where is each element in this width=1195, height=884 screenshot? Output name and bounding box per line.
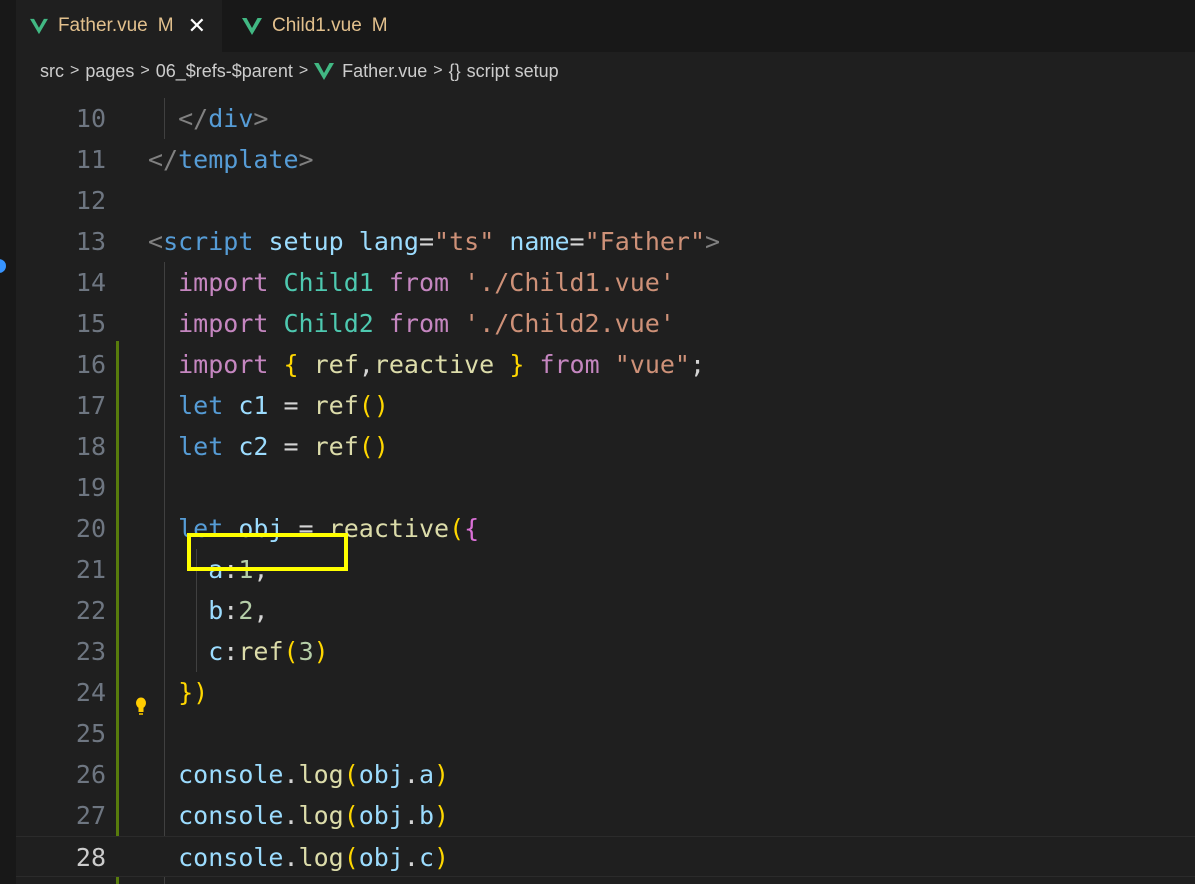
code-line[interactable]: 13 <script setup lang="ts" name="Father"> — [16, 221, 1195, 262]
chevron-right-icon: > — [70, 62, 80, 79]
line-number: 20 — [75, 514, 106, 543]
code-line[interactable]: 22 b:2, — [16, 590, 1195, 631]
code-line[interactable]: 14 import Child1 from './Child1.vue' — [16, 262, 1195, 303]
code-line[interactable]: 16 import { ref,reactive } from "vue"; — [16, 344, 1195, 385]
code-text: <script setup lang="ts" name="Father"> — [148, 227, 721, 256]
line-number: 14 — [75, 268, 106, 297]
line-number: 24 — [75, 678, 106, 707]
code-text: console.log(obj.a) — [178, 760, 450, 789]
line-number: 10 — [75, 104, 106, 133]
line-number: 28 — [75, 843, 106, 872]
code-text: }) — [178, 678, 209, 707]
code-line[interactable]: 10 </div> — [16, 98, 1195, 139]
line-number: 15 — [75, 309, 106, 338]
chevron-right-icon: > — [298, 62, 309, 79]
line-number: 22 — [75, 596, 106, 625]
line-number: 23 — [75, 637, 106, 666]
tab-bar: Father.vue M ✕ Child1.vue M — [16, 0, 1195, 52]
tab-label: Father.vue — [57, 15, 148, 36]
code-line[interactable]: 18 let c2 = ref() — [16, 426, 1195, 467]
breadcrumb-pages[interactable]: pages — [85, 61, 134, 82]
code-line[interactable]: 26 console.log(obj.a) — [16, 754, 1195, 795]
highlight-annotation — [187, 533, 348, 571]
code-editor[interactable]: 10 </div> 11 </template> 12 13 <script setup … — [16, 98, 1195, 884]
code-line[interactable]: 11 </template> — [16, 139, 1195, 180]
line-number: 25 — [75, 719, 106, 748]
modified-badge: M — [157, 15, 174, 36]
line-number: 13 — [75, 227, 106, 256]
code-line[interactable]: 25 — [16, 713, 1195, 754]
line-number: 27 — [75, 801, 106, 830]
line-number: 11 — [75, 145, 106, 174]
code-line[interactable]: 17 let c1 = ref() — [16, 385, 1195, 426]
code-text: let c2 = ref() — [178, 432, 389, 461]
code-text: console.log(obj.c) — [178, 843, 450, 872]
chevron-right-icon: > — [433, 62, 443, 79]
code-line[interactable]: 15 import Child2 from './Child2.vue' — [16, 303, 1195, 344]
vue-icon — [242, 18, 262, 35]
line-number: 18 — [75, 432, 106, 461]
code-text: </div> — [178, 104, 269, 133]
line-number: 16 — [75, 350, 106, 379]
code-line[interactable]: 28 console.log(obj.c) — [16, 836, 1195, 877]
code-line[interactable]: 12 — [16, 180, 1195, 221]
symbol-icon: {} — [448, 60, 461, 81]
code-line[interactable]: 24 }) — [16, 672, 1195, 713]
line-number: 19 — [75, 473, 106, 502]
breadcrumb-folder[interactable]: 06_$refs-$parent — [156, 61, 293, 82]
code-line[interactable]: 27 console.log(obj.b) — [16, 795, 1195, 836]
breadcrumb: src > pages > 06_$refs-$parent > Father.… — [16, 52, 1195, 90]
code-text: import Child1 from './Child1.vue' — [178, 268, 675, 297]
breadcrumb-file[interactable]: Father.vue — [342, 61, 427, 82]
code-text: b:2, — [208, 596, 269, 625]
chevron-right-icon: > — [140, 62, 150, 79]
code-text: </template> — [148, 145, 314, 174]
code-text: import Child2 from './Child2.vue' — [178, 309, 675, 338]
editor-window: Father.vue M ✕ Child1.vue M src > pages … — [0, 0, 1195, 884]
code-line[interactable]: 19 — [16, 467, 1195, 508]
close-icon[interactable]: ✕ — [188, 15, 206, 37]
lightbulb-icon[interactable] — [134, 697, 148, 717]
tab-child1-vue[interactable]: Child1.vue M — [222, 0, 426, 52]
code-text: c:ref(3) — [208, 637, 329, 666]
breadcrumb-symbol[interactable]: script setup — [467, 61, 559, 82]
code-line[interactable]: 23 c:ref(3) — [16, 631, 1195, 672]
activity-strip — [0, 0, 16, 884]
code-text: import { ref,reactive } from "vue"; — [178, 350, 706, 379]
line-number: 26 — [75, 760, 106, 789]
breadcrumb-src[interactable]: src — [40, 61, 64, 82]
code-text: let c1 = ref() — [178, 391, 389, 420]
tab-father-vue[interactable]: Father.vue M ✕ — [16, 0, 222, 52]
vue-icon — [314, 63, 335, 80]
tab-label: Child1.vue — [272, 15, 362, 36]
line-number: 12 — [75, 186, 106, 215]
line-number: 21 — [75, 555, 106, 584]
code-text: console.log(obj.b) — [178, 801, 450, 830]
vue-icon — [30, 18, 48, 35]
modified-badge: M — [371, 15, 388, 36]
line-number: 17 — [75, 391, 106, 420]
